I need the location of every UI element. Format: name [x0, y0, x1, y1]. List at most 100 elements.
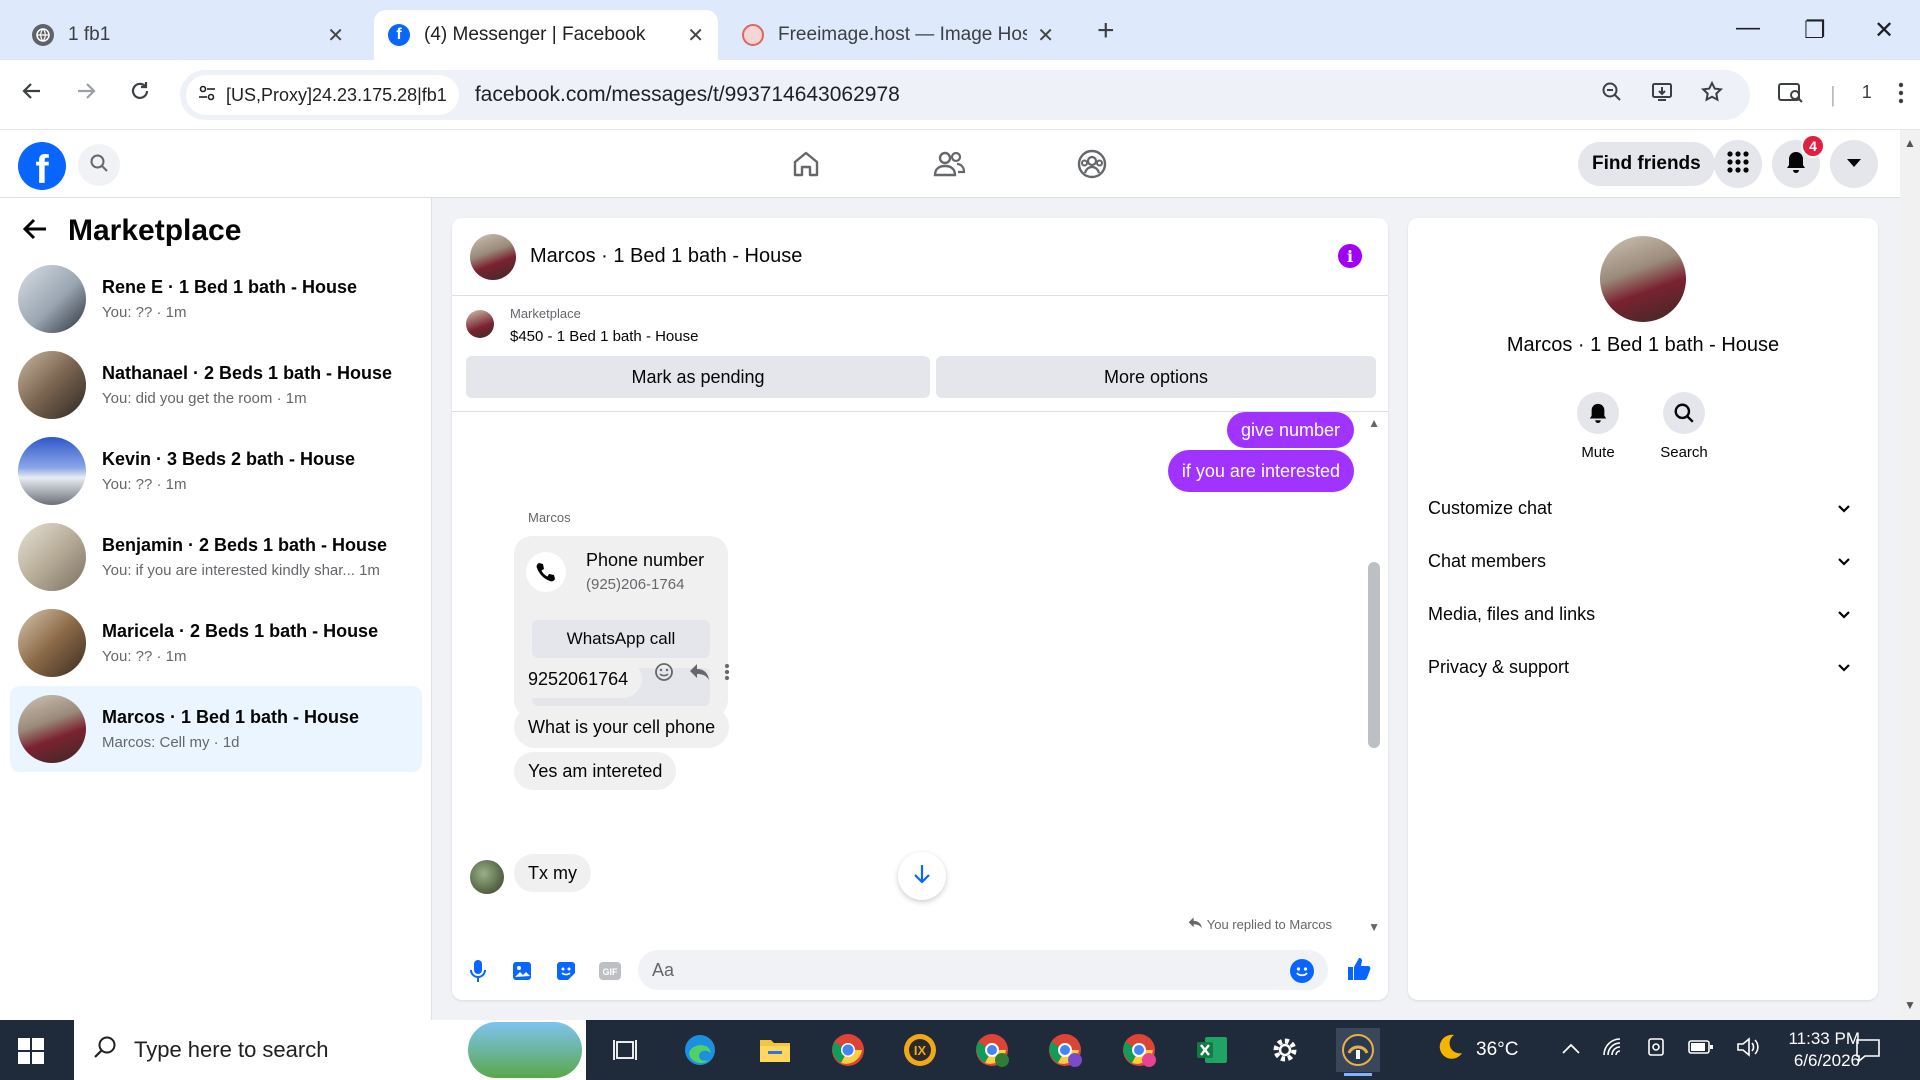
tab-close-icon[interactable]: ✕	[687, 23, 704, 48]
new-tab-button[interactable]: +	[1097, 14, 1115, 48]
mute-action[interactable]: Mute	[1558, 392, 1638, 461]
scroll-down-arrow-icon[interactable]: ▼	[1368, 920, 1380, 934]
ixbrowser-icon[interactable]: IX	[898, 1028, 942, 1072]
browser-tab-messenger[interactable]: f (4) Messenger | Facebook ✕	[374, 10, 718, 60]
tab-close-icon[interactable]: ✕	[1037, 23, 1054, 48]
chat-item-benjamin[interactable]: Benjamin · 2 Beds 1 bath - House You: if …	[10, 514, 422, 600]
meet-now-icon[interactable]	[1646, 1037, 1666, 1063]
taskbar-clock[interactable]: 11:33 PM 6/6/2026	[1750, 1028, 1860, 1072]
avatar[interactable]	[1600, 236, 1686, 322]
edge-icon[interactable]	[678, 1028, 722, 1072]
excel-icon[interactable]	[1190, 1028, 1234, 1072]
scroll-up-arrow-icon[interactable]: ▲	[1368, 416, 1380, 430]
restore-button[interactable]: ❐	[1804, 16, 1826, 45]
gif-icon[interactable]: GIF	[592, 953, 628, 989]
zoom-out-icon[interactable]	[1600, 80, 1624, 111]
home-icon[interactable]	[790, 148, 822, 185]
avatar	[18, 523, 86, 591]
chrome-profile-c-icon[interactable]	[1117, 1028, 1161, 1072]
forward-arrow-icon[interactable]	[74, 78, 98, 110]
thread-scrollbar[interactable]	[1368, 562, 1380, 748]
chat-name: Rene E · 1 Bed 1 bath - House	[102, 277, 358, 297]
install-app-icon[interactable]	[1650, 80, 1674, 111]
section-customize-chat[interactable]: Customize chat	[1428, 488, 1858, 528]
site-info-chip[interactable]: [US,Proxy]24.23.175.28|fb1	[186, 75, 459, 115]
photo-icon[interactable]	[504, 953, 540, 989]
facebook-logo-icon[interactable]: f	[18, 142, 66, 190]
browser-tab-freeimage[interactable]: Freeimage.host — Image Hostin ✕	[728, 10, 1068, 60]
chevron-up-icon[interactable]	[1562, 1039, 1580, 1061]
chat-item-kevin[interactable]: Kevin · 3 Beds 2 bath - House You: ?? · 1…	[10, 428, 422, 514]
facebook-search-button[interactable]	[78, 144, 120, 186]
chat-item-maricela[interactable]: Maricela · 2 Beds 1 bath - House You: ?? …	[10, 600, 422, 686]
scroll-up-arrow-icon[interactable]: ▲	[1904, 136, 1916, 150]
message-composer: GIF Aa	[452, 942, 1388, 1000]
listing-price[interactable]: $450 - 1 Bed 1 bath - House	[510, 328, 698, 345]
network-icon[interactable]	[1602, 1037, 1624, 1063]
window-close-button[interactable]: ✕	[1874, 16, 1894, 45]
outgoing-message[interactable]: give number	[1226, 412, 1354, 448]
tab-close-icon[interactable]: ✕	[327, 23, 344, 48]
profile-badge[interactable]: 1	[1862, 82, 1872, 110]
reload-icon[interactable]	[128, 78, 152, 110]
thumbs-up-icon[interactable]	[1346, 956, 1372, 987]
whatsapp-call-button[interactable]: WhatsApp call	[532, 620, 710, 658]
browser-menu-icon[interactable]	[1898, 82, 1904, 110]
chrome-profile-a-icon[interactable]	[970, 1028, 1014, 1072]
incoming-message[interactable]: What is your cell phone	[514, 706, 730, 748]
section-chat-members[interactable]: Chat members	[1428, 541, 1858, 581]
more-vertical-icon[interactable]	[724, 663, 730, 687]
active-browser-app-icon[interactable]	[1336, 1028, 1380, 1076]
browser-tab-fb1[interactable]: 1 fb1 ✕	[18, 10, 358, 60]
chevron-down-icon	[1838, 659, 1850, 675]
taskbar-search-box[interactable]: Type here to search	[74, 1020, 586, 1080]
react-icon[interactable]	[654, 662, 674, 688]
info-icon[interactable]: i	[1338, 244, 1362, 268]
message-input[interactable]: Aa	[638, 950, 1328, 990]
chrome-profile-b-icon[interactable]	[1043, 1028, 1087, 1072]
clock-time: 11:33 PM	[1788, 1029, 1860, 1048]
scroll-down-arrow-icon[interactable]: ▼	[1904, 998, 1916, 1012]
chat-item-rene[interactable]: Rene E · 1 Bed 1 bath - House You: ?? · 1…	[10, 256, 422, 342]
bell-icon	[1577, 392, 1619, 434]
back-arrow-icon[interactable]	[20, 78, 44, 110]
account-menu-button[interactable]	[1830, 140, 1878, 188]
incoming-message[interactable]: 9252061764	[514, 660, 643, 698]
omnibox[interactable]: [US,Proxy]24.23.175.28|fb1 facebook.com/…	[180, 70, 1750, 120]
bookmark-star-icon[interactable]	[1700, 80, 1724, 111]
battery-icon[interactable]	[1688, 1039, 1714, 1061]
chrome-icon[interactable]	[826, 1028, 870, 1072]
page-scrollbar[interactable]: ▲ ▼	[1900, 130, 1920, 1020]
incoming-message[interactable]: Yes am intereted	[514, 752, 677, 790]
section-media-files-links[interactable]: Media, files and links	[1428, 594, 1858, 634]
file-explorer-icon[interactable]	[753, 1028, 797, 1072]
notification-center-icon[interactable]	[1846, 1028, 1890, 1072]
url-text[interactable]: facebook.com/messages/t/993714643062978	[475, 83, 900, 107]
search-action[interactable]: Search	[1644, 392, 1724, 461]
incoming-message[interactable]: Tx my	[514, 854, 591, 892]
mark-as-pending-button[interactable]: Mark as pending	[466, 356, 930, 398]
emoji-icon[interactable]	[1290, 959, 1314, 983]
conversation-title[interactable]: Marcos · 1 Bed 1 bath - House	[530, 245, 802, 268]
friends-icon[interactable]	[932, 148, 966, 185]
microphone-icon[interactable]	[460, 953, 496, 989]
menu-grid-button[interactable]	[1714, 140, 1762, 188]
chat-item-nathanael[interactable]: Nathanael · 2 Beds 1 bath - House You: di…	[10, 342, 422, 428]
sticker-icon[interactable]	[548, 953, 584, 989]
minimize-button[interactable]: —	[1736, 14, 1760, 42]
scroll-to-bottom-button[interactable]	[898, 852, 946, 900]
find-friends-button[interactable]: Find friends	[1578, 142, 1715, 186]
windows-start-icon[interactable]	[18, 1038, 44, 1064]
weather-widget[interactable]: 36°C	[1434, 1020, 1518, 1080]
chat-item-marcos[interactable]: Marcos · 1 Bed 1 bath - House Marcos: Cel…	[10, 686, 422, 772]
task-view-icon[interactable]	[603, 1028, 647, 1072]
settings-gear-icon[interactable]	[1263, 1028, 1307, 1072]
outgoing-message[interactable]: if you are interested	[1167, 450, 1354, 492]
reply-icon[interactable]	[688, 662, 710, 688]
more-options-button[interactable]: More options	[936, 356, 1376, 398]
tab-search-icon[interactable]	[1778, 82, 1804, 110]
section-privacy-support[interactable]: Privacy & support	[1428, 647, 1858, 687]
back-arrow-icon[interactable]	[22, 212, 48, 249]
avatar[interactable]	[470, 233, 516, 280]
groups-icon[interactable]	[1076, 148, 1108, 185]
